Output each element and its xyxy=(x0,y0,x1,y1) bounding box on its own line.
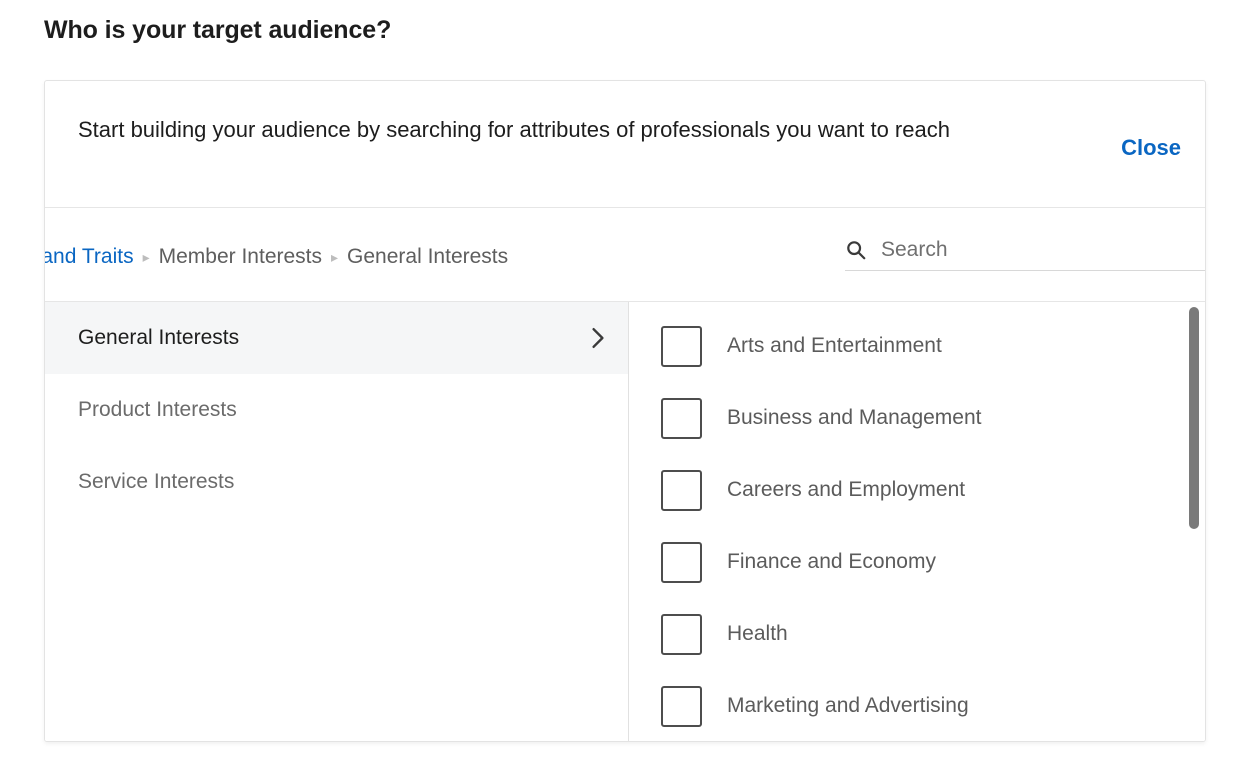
option-label: Arts and Entertainment xyxy=(727,334,942,358)
checkbox-health[interactable] xyxy=(661,614,702,655)
list-item[interactable]: Arts and Entertainment xyxy=(629,310,1205,382)
checkbox-arts-and-entertainment[interactable] xyxy=(661,326,702,367)
option-label: Careers and Employment xyxy=(727,478,965,502)
card-header: Start building your audience by searchin… xyxy=(45,81,1205,208)
breadcrumb-item-member-interests[interactable]: Member Interests xyxy=(159,245,322,269)
option-label: Health xyxy=(727,622,788,646)
checkbox-business-and-management[interactable] xyxy=(661,398,702,439)
category-item-service-interests[interactable]: Service Interests xyxy=(45,446,628,518)
category-item-general-interests[interactable]: General Interests xyxy=(45,302,628,374)
audience-builder-screen: Who is your target audience? Start build… xyxy=(0,0,1234,771)
audience-builder-card: Start building your audience by searchin… xyxy=(44,80,1206,742)
category-item-label: General Interests xyxy=(78,326,590,350)
breadcrumb-item-general-interests: General Interests xyxy=(347,245,508,269)
option-label: Marketing and Advertising xyxy=(727,694,969,718)
category-item-product-interests[interactable]: Product Interests xyxy=(45,374,628,446)
search-field[interactable] xyxy=(845,238,1206,271)
breadcrumb-search-row: Interests and Traits ▸ Member Interests … xyxy=(45,208,1205,302)
chevron-right-icon xyxy=(590,327,606,349)
option-list: Arts and Entertainment Business and Mana… xyxy=(629,302,1205,741)
checkbox-finance-and-economy[interactable] xyxy=(661,542,702,583)
option-label: Finance and Economy xyxy=(727,550,936,574)
header-description: Start building your audience by searchin… xyxy=(78,109,1018,150)
list-item[interactable]: Health xyxy=(629,598,1205,670)
checkbox-marketing-and-advertising[interactable] xyxy=(661,686,702,727)
search-icon xyxy=(845,239,867,261)
breadcrumb-item-interests-and-traits[interactable]: Interests and Traits xyxy=(45,245,134,269)
list-item[interactable]: Business and Management xyxy=(629,382,1205,454)
checkbox-careers-and-employment[interactable] xyxy=(661,470,702,511)
close-button[interactable]: Close xyxy=(1115,131,1187,165)
list-item[interactable]: Finance and Economy xyxy=(629,526,1205,598)
breadcrumb-separator-icon: ▸ xyxy=(331,250,338,264)
breadcrumb-separator-icon: ▸ xyxy=(143,250,150,264)
breadcrumb: Interests and Traits ▸ Member Interests … xyxy=(45,236,790,278)
list-item[interactable]: Careers and Employment xyxy=(629,454,1205,526)
option-label: Business and Management xyxy=(727,406,982,430)
category-item-label: Service Interests xyxy=(78,470,606,494)
page-title: Who is your target audience? xyxy=(44,16,391,45)
list-item[interactable]: Marketing and Advertising xyxy=(629,670,1205,741)
category-list: General Interests Product Interests Serv… xyxy=(45,302,629,741)
scrollbar[interactable] xyxy=(1187,302,1201,741)
category-item-label: Product Interests xyxy=(78,398,606,422)
scrollbar-thumb[interactable] xyxy=(1189,307,1199,529)
selection-panels: General Interests Product Interests Serv… xyxy=(45,302,1205,741)
search-input[interactable] xyxy=(881,238,1206,262)
